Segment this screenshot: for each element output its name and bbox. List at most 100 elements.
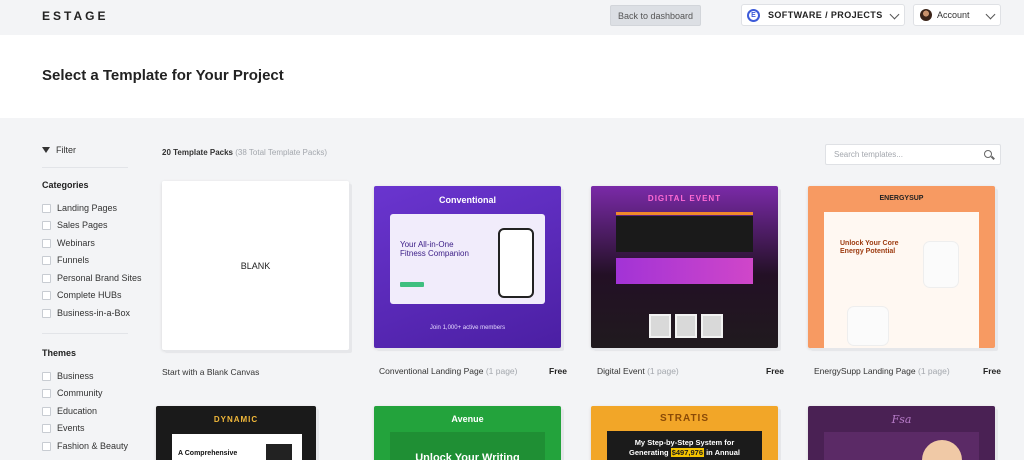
checkbox-label: Fashion & Beauty (57, 441, 129, 451)
project-selector[interactable]: E SOFTWARE / PROJECTS (741, 4, 905, 26)
preview-headline: Unlock Your Writing (415, 452, 520, 460)
template-card-dynamic[interactable]: DYNAMIC A Comprehensive (156, 406, 316, 460)
template-card-fashion[interactable]: Fsa (808, 406, 995, 460)
checkbox-label: Business-in-a-Box (57, 308, 131, 318)
preview-footer: Join 1,000+ active members (429, 325, 506, 331)
theme-business[interactable]: Business (42, 371, 94, 381)
template-label-digital-event[interactable]: Digital Event (1 page) (597, 366, 679, 376)
product-jar-image (848, 307, 888, 345)
project-label: SOFTWARE / PROJECTS (768, 10, 883, 20)
speaker-photo (649, 314, 671, 338)
theme-education[interactable]: Education (42, 406, 97, 416)
project-logo-icon: E (747, 8, 760, 22)
product-jar-image (924, 242, 958, 287)
template-label-conventional[interactable]: Conventional Landing Page (1 page) (379, 366, 518, 376)
headline-line: My Step-by-Step System for (634, 438, 735, 447)
checkbox-label: Complete HUBs (57, 290, 122, 300)
page-title: Select a Template for Your Project (42, 67, 284, 84)
template-label-energysupp[interactable]: EnergySupp Landing Page (1 page) (814, 366, 950, 376)
theme-fashion-beauty[interactable]: Fashion & Beauty (42, 441, 128, 451)
template-pages: (1 page) (485, 366, 518, 376)
category-personal-brand-sites[interactable]: Personal Brand Sites (42, 273, 142, 283)
template-card-energysupp[interactable]: ENERGYSUP Unlock Your Core Energy Potent… (808, 186, 995, 348)
template-count-main: 20 Template Packs (162, 148, 234, 157)
blank-card-text: BLANK (240, 260, 271, 271)
page-header: Select a Template for Your Project (0, 35, 1024, 118)
template-card-digital-event[interactable]: DIGITAL EVENT (591, 186, 778, 348)
preview-cta (400, 282, 424, 287)
template-preview (824, 432, 979, 460)
price-badge: Free (549, 366, 567, 376)
speaker-photo (675, 314, 697, 338)
estage-logo[interactable]: ESTAGE (42, 9, 108, 23)
account-menu[interactable]: Account (913, 4, 1001, 26)
theme-events[interactable]: Events (42, 423, 85, 433)
headline-part: in Annual (706, 447, 740, 457)
avenue-brand: Avenue (451, 414, 484, 424)
divider (42, 167, 128, 168)
template-preview: Your All-in-One Fitness Companion (390, 214, 545, 304)
preview-panel (616, 216, 753, 252)
preview-band (616, 258, 753, 284)
search-icon[interactable] (984, 150, 992, 158)
chevron-down-icon (889, 9, 900, 20)
checkbox-label: Community (57, 388, 103, 398)
category-sales-pages[interactable]: Sales Pages (42, 220, 108, 230)
filter-icon (42, 147, 50, 153)
preview-headline: My Step-by-Step System for Generating $4… (607, 438, 762, 458)
checkbox[interactable] (42, 290, 51, 300)
account-label: Account (937, 10, 970, 20)
template-card-stratis[interactable]: STRATIS My Step-by-Step System for Gener… (591, 406, 778, 460)
preview-bar (616, 212, 753, 215)
theme-community[interactable]: Community (42, 388, 103, 398)
categories-heading: Categories (42, 180, 89, 190)
template-name: EnergySupp Landing Page (814, 366, 916, 376)
checkbox[interactable] (42, 388, 51, 398)
blank-template-label[interactable]: Start with a Blank Canvas (162, 367, 259, 377)
category-business-in-a-box[interactable]: Business-in-a-Box (42, 308, 130, 318)
avatar (920, 9, 932, 21)
blank-template-card[interactable]: BLANK (162, 181, 349, 350)
checkbox[interactable] (42, 423, 51, 433)
checkbox[interactable] (42, 273, 51, 283)
checkbox-label: Personal Brand Sites (57, 273, 142, 283)
checkbox[interactable] (42, 203, 51, 213)
template-count-total: (38 Total Template Packs) (235, 148, 327, 157)
checkbox-label: Business (57, 371, 94, 381)
back-to-dashboard-button[interactable]: Back to dashboard (610, 5, 701, 26)
model-photo (922, 440, 962, 460)
template-card-conventional[interactable]: Conventional Your All-in-One Fitness Com… (374, 186, 561, 348)
checkbox[interactable] (42, 238, 51, 248)
checkbox[interactable] (42, 406, 51, 416)
category-funnels[interactable]: Funnels (42, 255, 89, 265)
category-webinars[interactable]: Webinars (42, 238, 95, 248)
category-complete-hubs[interactable]: Complete HUBs (42, 290, 122, 300)
filter-toggle[interactable]: Filter (42, 145, 76, 155)
preview-headline: A Comprehensive (178, 450, 238, 457)
preview-headline: Your All-in-One Fitness Companion (400, 240, 469, 259)
dynamic-brand: DYNAMIC (213, 415, 259, 424)
digital-event-brand: DIGITAL EVENT (647, 194, 722, 203)
checkbox[interactable] (42, 220, 51, 230)
checkbox-label: Events (57, 423, 85, 433)
checkbox[interactable] (42, 441, 51, 451)
checkbox[interactable] (42, 255, 51, 265)
stratis-brand: STRATIS (659, 413, 710, 424)
headline-part: Generating (629, 447, 669, 457)
template-preview: Unlock Your Writing (390, 432, 545, 460)
template-preview: My Step-by-Step System for Generating $4… (607, 431, 762, 460)
price-badge: Free (983, 366, 1001, 376)
category-landing-pages[interactable]: Landing Pages (42, 203, 117, 213)
checkbox[interactable] (42, 371, 51, 381)
checkbox[interactable] (42, 308, 51, 318)
search-input[interactable] (826, 145, 976, 164)
search-box[interactable] (825, 144, 1001, 165)
checkbox-label: Webinars (57, 238, 95, 248)
top-bar: ESTAGE Back to dashboard E SOFTWARE / PR… (0, 0, 1024, 35)
checkbox-label: Education (57, 406, 98, 416)
divider (42, 333, 128, 334)
speaker-photo (701, 314, 723, 338)
template-count: 20 Template Packs (38 Total Template Pac… (162, 148, 327, 157)
headline-line: Generating $497,976 in Annual (607, 447, 762, 458)
template-card-avenue[interactable]: Avenue Unlock Your Writing (374, 406, 561, 460)
